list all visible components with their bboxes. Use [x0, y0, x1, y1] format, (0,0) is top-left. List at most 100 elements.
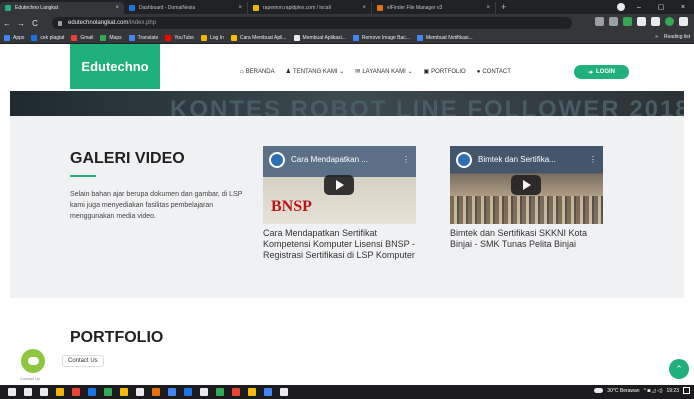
thumbnail-scene [450, 196, 603, 224]
nav-item-tentang[interactable]: ♟ TENTANG KAMI ⌄ [286, 68, 345, 75]
browser-tab[interactable]: Edutechno Langkat × [0, 2, 124, 14]
weather-text[interactable]: 30°C Berawan [607, 388, 639, 394]
nav-item-portfolio[interactable]: ▣ PORTFOLIO [423, 68, 466, 76]
notification-icon[interactable] [683, 387, 690, 394]
nav-item-beranda[interactable]: ⌂ BERANDA [240, 69, 275, 75]
more-icon[interactable]: ⋮ [589, 155, 597, 164]
new-tab-button[interactable]: + [501, 2, 506, 12]
taskbar-app-icon[interactable] [168, 388, 176, 396]
maximize-button[interactable]: ▢ [650, 3, 672, 11]
bookmark-item[interactable]: Remove Image Bac... [352, 34, 410, 41]
bookmarks-more-button[interactable]: » [655, 34, 658, 40]
minimize-button[interactable]: – [628, 4, 650, 11]
back-button[interactable]: ← [0, 19, 14, 28]
play-icon[interactable] [511, 175, 541, 195]
taskbar-app-icon[interactable] [216, 388, 224, 396]
bookmark-item[interactable]: Gmail [71, 34, 94, 41]
taskbar-app-icon[interactable] [72, 388, 80, 396]
favicon-icon [5, 5, 11, 11]
extension-icons [595, 17, 688, 26]
section-title: GALERI VIDEO [70, 150, 185, 167]
bookmark-star-icon[interactable] [609, 17, 618, 26]
bookmark-label: Cara Membuat Apli... [239, 34, 287, 41]
close-icon[interactable]: × [115, 5, 119, 11]
puzzle-icon[interactable] [651, 17, 660, 26]
taskbar-app-icon[interactable] [184, 388, 192, 396]
bookmark-label: YouTube [174, 34, 194, 41]
taskbar-app-icon[interactable] [248, 388, 256, 396]
menu-icon[interactable] [679, 17, 688, 26]
video-card[interactable]: Bimtek dan Sertifika... ⋮ Bimtek dan Ser… [450, 146, 603, 250]
taskbar-app-icon[interactable] [40, 388, 48, 396]
windows-start-icon[interactable] [8, 388, 16, 396]
close-icon[interactable]: × [486, 5, 490, 11]
nav-icon: ✉ [355, 69, 361, 75]
video-thumbnail[interactable]: Cara Mendapatkan ... ⋮ BNSP [263, 146, 416, 224]
share-icon[interactable] [595, 17, 604, 26]
browser-tab[interactable]: rapemon.rapidplex.com / locall × [248, 2, 372, 14]
taskbar-app-icon[interactable] [280, 388, 288, 396]
taskbar-app-icon[interactable] [56, 388, 64, 396]
site-logo[interactable]: Edutechno [70, 44, 160, 89]
clock[interactable]: 19:23 [666, 388, 679, 394]
search-icon[interactable] [24, 388, 32, 396]
system-tray: 30°C Berawan ^ ◙ ◿ ◁) 19:23 [594, 387, 690, 394]
tray-icons[interactable]: ^ ◙ ◿ ◁) [644, 388, 663, 394]
bookmark-item[interactable]: Apps [4, 34, 24, 41]
chat-button[interactable] [21, 349, 45, 373]
extension-icon[interactable] [637, 17, 646, 26]
taskbar-app-icon[interactable] [88, 388, 96, 396]
nav-item-contact[interactable]: ● CONTACT [477, 69, 511, 75]
browser-tab[interactable]: elFinder File Manager v3 × [372, 2, 496, 14]
title-underline [70, 175, 96, 177]
url-text: edutechnolangkat.com/index.php [68, 20, 157, 26]
video-overlay-title: Cara Mendapatkan ... [291, 155, 368, 164]
bookmark-icon [352, 34, 359, 41]
extension-icon[interactable] [623, 17, 632, 26]
bookmark-item[interactable]: Log In [200, 34, 224, 41]
close-icon[interactable]: × [362, 5, 366, 11]
bookmark-item[interactable]: Membuat Aplikasi... [293, 34, 346, 41]
video-card[interactable]: Cara Mendapatkan ... ⋮ BNSP Cara Mendapa… [263, 146, 416, 261]
taskbar-app-icon[interactable] [152, 388, 160, 396]
bookmark-icon [4, 34, 10, 41]
bookmark-item[interactable]: Cara Membuat Apli... [230, 34, 287, 41]
avatar[interactable] [665, 17, 674, 26]
nav-label: PORTFOLIO [431, 68, 466, 75]
nav-item-layanan[interactable]: ✉ LAYANAN KAMI ⌄ [355, 68, 412, 75]
login-button[interactable]: ➜ LOGIN [574, 65, 629, 79]
forward-button[interactable]: → [14, 19, 28, 28]
bookmark-item[interactable]: cek plagiat [31, 34, 64, 41]
nav-label: CONTACT [482, 68, 511, 75]
channel-logo [456, 152, 472, 168]
taskbar-app-icon[interactable] [264, 388, 272, 396]
back-to-top-button[interactable]: ⌃ [669, 359, 689, 379]
video-overlay-title: Bimtek dan Sertifika... [478, 155, 556, 164]
close-icon[interactable]: × [238, 5, 242, 11]
web-page: Edutechno ⌂ BERANDA ♟ TENTANG KAMI ⌄ ✉ LAYANA… [0, 44, 694, 385]
bookmarks-right: » Reading list [649, 34, 690, 40]
reading-list-button[interactable]: Reading list [664, 34, 690, 40]
bookmark-item[interactable]: Translate [128, 34, 158, 41]
url-input[interactable]: edutechnolangkat.com/index.php [52, 17, 572, 29]
portfolio-title: PORTFOLIO [70, 329, 164, 346]
taskbar-app-icon[interactable] [232, 388, 240, 396]
taskbar-app-icon[interactable] [104, 388, 112, 396]
close-window-button[interactable]: × [672, 4, 694, 11]
contact-us-label[interactable]: Contact Us [62, 355, 104, 367]
bookmark-label: Gmail [80, 34, 94, 41]
profile-icon[interactable] [617, 3, 625, 11]
browser-tab[interactable]: Dashboard - DomaiNesia × [124, 2, 248, 14]
bookmark-item[interactable]: YouTube [165, 34, 194, 41]
reload-button[interactable]: C [28, 19, 42, 28]
bookmark-icon [200, 34, 207, 41]
nav-icon: ♟ [285, 69, 292, 75]
bookmark-item[interactable]: Maps [100, 34, 122, 41]
taskbar-app-icon[interactable] [200, 388, 208, 396]
taskbar-app-icon[interactable] [136, 388, 144, 396]
more-icon[interactable]: ⋮ [402, 155, 410, 164]
play-icon[interactable] [324, 175, 354, 195]
video-thumbnail[interactable]: Bimtek dan Sertifika... ⋮ [450, 146, 603, 224]
taskbar-app-icon[interactable] [120, 388, 128, 396]
bookmark-item[interactable]: Membuat Notifikasi... [416, 34, 473, 41]
